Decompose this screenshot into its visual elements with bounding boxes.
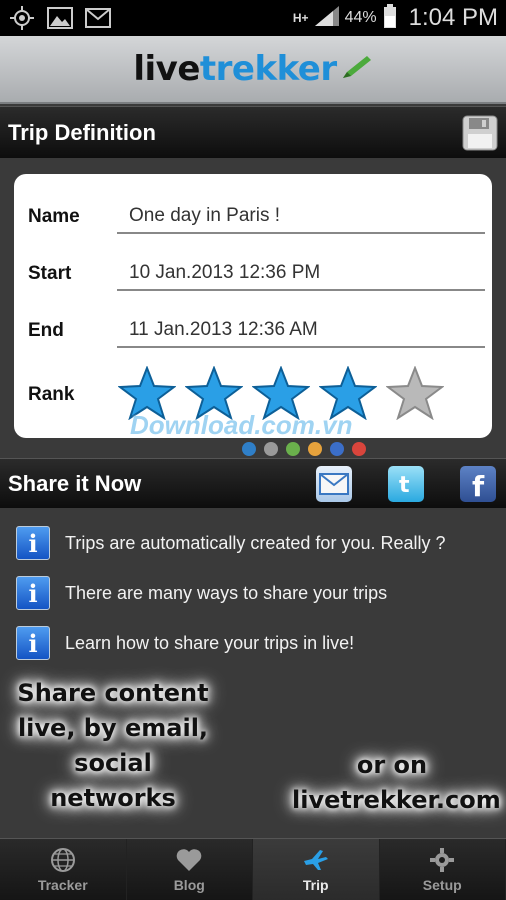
share-title: Share it Now (8, 470, 142, 496)
battery-icon (383, 3, 397, 33)
tab-label: Blog (173, 876, 205, 893)
trip-form-card: Name Start End Rank (14, 174, 492, 438)
info-text: Learn how to share your trips in live! (65, 632, 355, 653)
watermark-dot (352, 442, 366, 456)
promo-line: or on (356, 751, 428, 779)
logo-text-live: live (133, 49, 200, 89)
info-icon: i (16, 526, 50, 560)
save-icon[interactable] (462, 115, 498, 151)
name-label: Name (28, 206, 80, 227)
tab-blog[interactable]: Blog (127, 839, 253, 900)
watermark-dot (330, 442, 344, 456)
clock: 1:04 PM (408, 4, 498, 31)
trip-name-input[interactable] (117, 200, 485, 234)
pencil-icon (341, 49, 373, 89)
watermark: Download.com.vn (130, 410, 370, 458)
start-label: Start (28, 263, 72, 284)
tab-trip[interactable]: Trip (253, 839, 380, 900)
info-text: There are many ways to share your trips (65, 582, 388, 603)
email-share-icon[interactable] (316, 465, 352, 502)
promo-line: social networks (50, 749, 176, 812)
tab-tracker[interactable]: Tracker (0, 839, 127, 900)
gallery-icon (46, 6, 74, 30)
twitter-share-icon[interactable]: t (388, 465, 424, 502)
trip-definition-bar: Trip Definition (0, 106, 506, 158)
watermark-dot (242, 442, 256, 456)
promo-line: Share content (17, 679, 209, 707)
tab-setup[interactable]: Setup (380, 839, 506, 900)
battery-percent: 44% (344, 9, 377, 26)
tab-label: Tracker (37, 876, 88, 893)
promo-text-left: Share content live, by email, social net… (8, 676, 218, 816)
watermark-dot (264, 442, 278, 456)
status-bar: H+ 44% 1:04 PM (0, 0, 506, 36)
info-list: i Trips are automatically created for yo… (0, 518, 506, 668)
svg-text:t: t (399, 473, 410, 498)
promo-line: livetrekker.com (292, 786, 501, 814)
end-label: End (28, 320, 64, 341)
info-item[interactable]: i There are many ways to share your trip… (0, 568, 506, 618)
trip-end-input[interactable] (117, 314, 485, 348)
globe-icon (49, 847, 77, 873)
tab-label: Setup (422, 876, 462, 893)
start-row: Start (28, 255, 485, 295)
info-text: Trips are automatically created for you.… (65, 532, 446, 553)
watermark-dot (286, 442, 300, 456)
livetrekker-logo: live trekker (133, 49, 372, 89)
trip-definition-title: Trip Definition (8, 119, 156, 145)
watermark-dot (308, 442, 322, 456)
gps-icon (8, 6, 36, 30)
end-row: End (28, 312, 485, 352)
share-bar: Share it Now t f (0, 458, 506, 508)
star-empty-icon[interactable] (386, 366, 444, 420)
heart-icon (175, 847, 203, 873)
watermark-dots (242, 442, 366, 456)
tab-label: Trip (302, 876, 329, 893)
signal-icon (314, 5, 339, 31)
logo-text-trekker: trekker (199, 49, 337, 89)
info-item[interactable]: i Trips are automatically created for yo… (0, 518, 506, 568)
gmail-icon (84, 6, 112, 30)
facebook-share-icon[interactable]: f (460, 465, 496, 502)
promo-line: live, by email, (17, 714, 209, 742)
bottom-nav: Tracker Blog Trip Setup (0, 838, 506, 900)
watermark-text: Download.com.vn (130, 410, 353, 440)
network-type: H+ (292, 11, 309, 25)
app-header: live trekker (0, 36, 506, 104)
info-icon: i (16, 626, 50, 660)
info-icon: i (16, 576, 50, 610)
trip-start-input[interactable] (117, 257, 485, 291)
promo-text-right: or on livetrekker.com (292, 748, 501, 818)
info-item[interactable]: i Learn how to share your trips in live! (0, 618, 506, 668)
svg-text:f: f (472, 470, 485, 499)
rank-label: Rank (28, 384, 75, 405)
gear-icon (428, 847, 456, 873)
name-row: Name (28, 198, 485, 238)
airplane-icon (302, 847, 330, 873)
